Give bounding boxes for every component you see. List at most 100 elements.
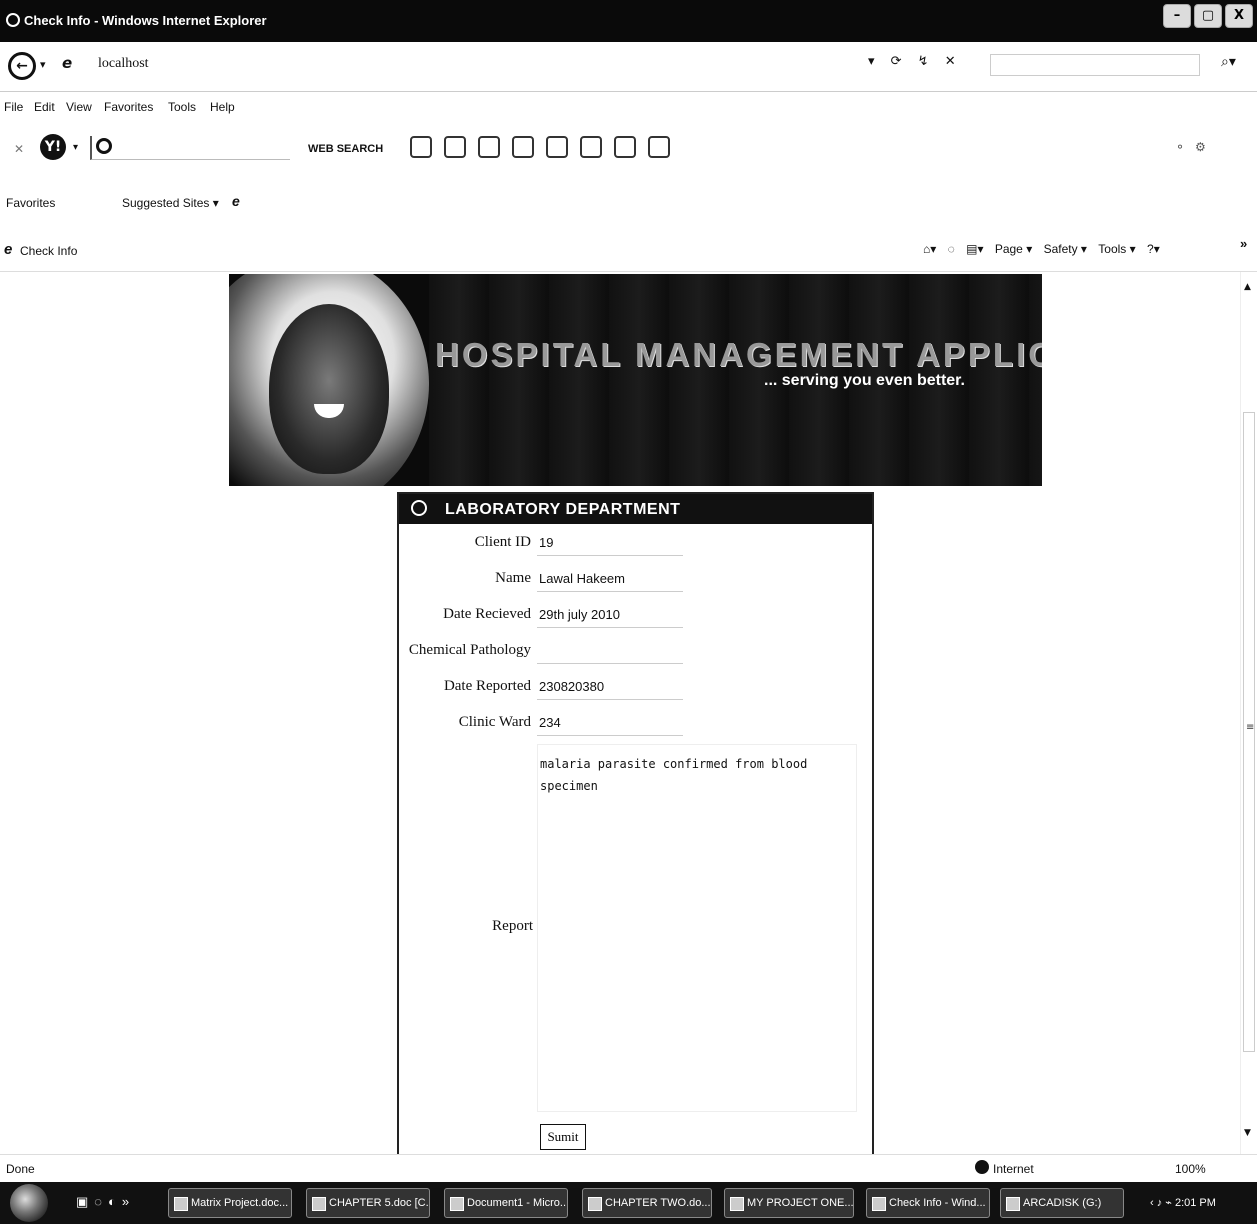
scroll-grip-icon: ≡: [1246, 722, 1255, 733]
toolbar-search-input[interactable]: [90, 136, 290, 160]
url-field[interactable]: localhost: [98, 56, 149, 72]
panel-title: LABORATORY DEPARTMENT: [445, 501, 681, 518]
tab-ie-icon: e: [4, 241, 13, 258]
clinic-ward-field[interactable]: [537, 710, 683, 736]
task-arcadisk[interactable]: ARCADISK (G:): [1000, 1188, 1124, 1218]
toolbar-settings-icon[interactable]: ⚬⚙: [1175, 140, 1216, 154]
vertical-scrollbar[interactable]: ▲ ≡ ▼: [1240, 272, 1257, 1154]
maximize-button[interactable]: ▢: [1194, 4, 1222, 28]
report-label: Report: [492, 918, 533, 934]
client-id-field[interactable]: [537, 530, 683, 556]
date-reported-row: Date Reported: [399, 670, 872, 706]
close-button[interactable]: X: [1225, 4, 1253, 28]
taskbar: ▣◌◐» Matrix Project.doc... CHAPTER 5.doc…: [0, 1182, 1257, 1224]
tab-bar: e Check Info ⌂▾ ◌ ▤▾ Page ▾ Safety ▾ Too…: [0, 228, 1257, 272]
address-actions[interactable]: ▾ ⟳ ↯ ✕: [868, 54, 962, 69]
ie-page-icon: e: [62, 54, 73, 72]
lab-icon: [411, 500, 427, 516]
favorites-button[interactable]: Favorites: [6, 196, 55, 210]
menu-view[interactable]: View: [66, 100, 92, 114]
search-icon: [96, 138, 112, 154]
date-received-label: Date Recieved: [443, 606, 531, 622]
menu-edit[interactable]: Edit: [34, 100, 55, 114]
scroll-down-icon[interactable]: ▼: [1244, 1128, 1251, 1138]
submit-button[interactable]: Sumit: [540, 1124, 586, 1150]
ie-logo-icon: [6, 13, 20, 27]
chevron-down-icon[interactable]: ▾: [73, 142, 78, 153]
suggested-sites-link[interactable]: Suggested Sites ▾: [122, 196, 219, 210]
messenger-icon[interactable]: [444, 136, 466, 158]
games-icon[interactable]: [614, 136, 636, 158]
zoom-level[interactable]: 100%: [1175, 1162, 1206, 1176]
page-menu[interactable]: Page ▾: [995, 242, 1032, 256]
menu-file[interactable]: File: [4, 100, 23, 114]
tab-check-info[interactable]: Check Info: [20, 244, 77, 258]
forward-dropdown-icon[interactable]: ▾: [40, 58, 46, 71]
search-icon[interactable]: ⌕▾: [1221, 54, 1236, 70]
page-content: HOSPITAL MANAGEMENT APPLICATION ... serv…: [0, 272, 1240, 1154]
date-received-row: Date Recieved: [399, 598, 872, 634]
banner-title: HOSPITAL MANAGEMENT APPLICATION: [435, 336, 1042, 373]
menu-help[interactable]: Help: [210, 100, 235, 114]
date-received-field[interactable]: [537, 602, 683, 628]
more-chevron-icon[interactable]: »: [1240, 236, 1247, 251]
task-chapter-two[interactable]: CHAPTER TWO.do...: [582, 1188, 712, 1218]
menu-bar: File Edit View Favorites Tools Help: [0, 92, 1257, 120]
task-matrix-project[interactable]: Matrix Project.doc...: [168, 1188, 292, 1218]
hospital-banner: HOSPITAL MANAGEMENT APPLICATION ... serv…: [229, 274, 1042, 486]
mail-icon[interactable]: [410, 136, 432, 158]
globe-icon: [975, 1160, 989, 1174]
tools-menu[interactable]: Tools ▾: [1098, 242, 1135, 256]
client-id-label: Client ID: [474, 534, 531, 550]
feeds-icon[interactable]: ◌: [948, 242, 955, 256]
task-document1[interactable]: Document1 - Micro...: [444, 1188, 568, 1218]
name-field[interactable]: [537, 566, 683, 592]
music-icon[interactable]: [580, 136, 602, 158]
favorites-bar: Favorites Suggested Sites ▾ e: [0, 180, 1257, 228]
yahoo-logo-icon[interactable]: Y!: [40, 134, 66, 160]
date-reported-field[interactable]: [537, 674, 683, 700]
close-toolbar-icon[interactable]: ✕: [14, 142, 24, 156]
yahoo-toolbar: ✕ Y! ▾ WEB SEARCH ⚬⚙: [0, 120, 1257, 180]
window-title: Check Info - Windows Internet Explorer: [24, 13, 267, 28]
menu-tools[interactable]: Tools: [168, 100, 196, 114]
quick-launch-icons[interactable]: ▣◌◐»: [76, 1194, 135, 1210]
safety-menu[interactable]: Safety ▾: [1044, 242, 1087, 256]
task-my-project-one[interactable]: MY PROJECT ONE...: [724, 1188, 854, 1218]
help-menu[interactable]: ?▾: [1147, 242, 1160, 256]
client-id-row: Client ID: [399, 526, 872, 562]
news-icon[interactable]: [512, 136, 534, 158]
chemical-pathology-row: Chemical Pathology: [399, 634, 872, 670]
weather-icon[interactable]: [478, 136, 500, 158]
back-button[interactable]: ←: [8, 52, 36, 80]
print-icon[interactable]: ▤▾: [966, 242, 983, 256]
shopping-icon[interactable]: [648, 136, 670, 158]
task-chapter-5[interactable]: CHAPTER 5.doc [C...: [306, 1188, 430, 1218]
window-controls: – ▢ X: [1163, 4, 1253, 28]
date-reported-label: Date Reported: [443, 678, 531, 694]
chemical-pathology-field[interactable]: [537, 638, 683, 664]
scroll-up-icon[interactable]: ▲: [1244, 282, 1251, 292]
web-search-button[interactable]: WEB SEARCH: [308, 143, 383, 155]
window-titlebar: Check Info - Windows Internet Explorer –…: [0, 0, 1257, 42]
clock: 2:01 PM: [1174, 1197, 1216, 1209]
minimize-button[interactable]: –: [1163, 4, 1191, 28]
task-check-info[interactable]: Check Info - Wind...: [866, 1188, 990, 1218]
web-slice-icon[interactable]: e: [232, 193, 240, 209]
report-textarea[interactable]: malaria parasite confirmed from blood sp…: [537, 744, 857, 1112]
address-bar: ← ▾ e localhost ▾ ⟳ ↯ ✕ ⌕▾: [0, 42, 1257, 92]
banner-person-image: [269, 304, 389, 474]
flickr-icon[interactable]: [546, 136, 568, 158]
name-label: Name: [495, 570, 531, 586]
menu-favorites[interactable]: Favorites: [104, 100, 153, 114]
home-icon[interactable]: ⌂▾: [923, 242, 936, 256]
laboratory-panel: LABORATORY DEPARTMENT Client ID Name Dat…: [397, 492, 874, 1154]
command-bar: ⌂▾ ◌ ▤▾ Page ▾ Safety ▾ Tools ▾ ?▾: [915, 242, 1160, 256]
clinic-ward-label: Clinic Ward: [458, 714, 531, 730]
start-button[interactable]: [10, 1184, 48, 1222]
toolbar-icons: [410, 136, 670, 158]
status-bar: Done Internet 100%: [0, 1154, 1257, 1182]
system-tray[interactable]: ‹ ♪ ⌁ 2:01 PM: [1150, 1196, 1216, 1209]
panel-header: LABORATORY DEPARTMENT: [399, 494, 872, 524]
search-input[interactable]: [990, 54, 1200, 76]
